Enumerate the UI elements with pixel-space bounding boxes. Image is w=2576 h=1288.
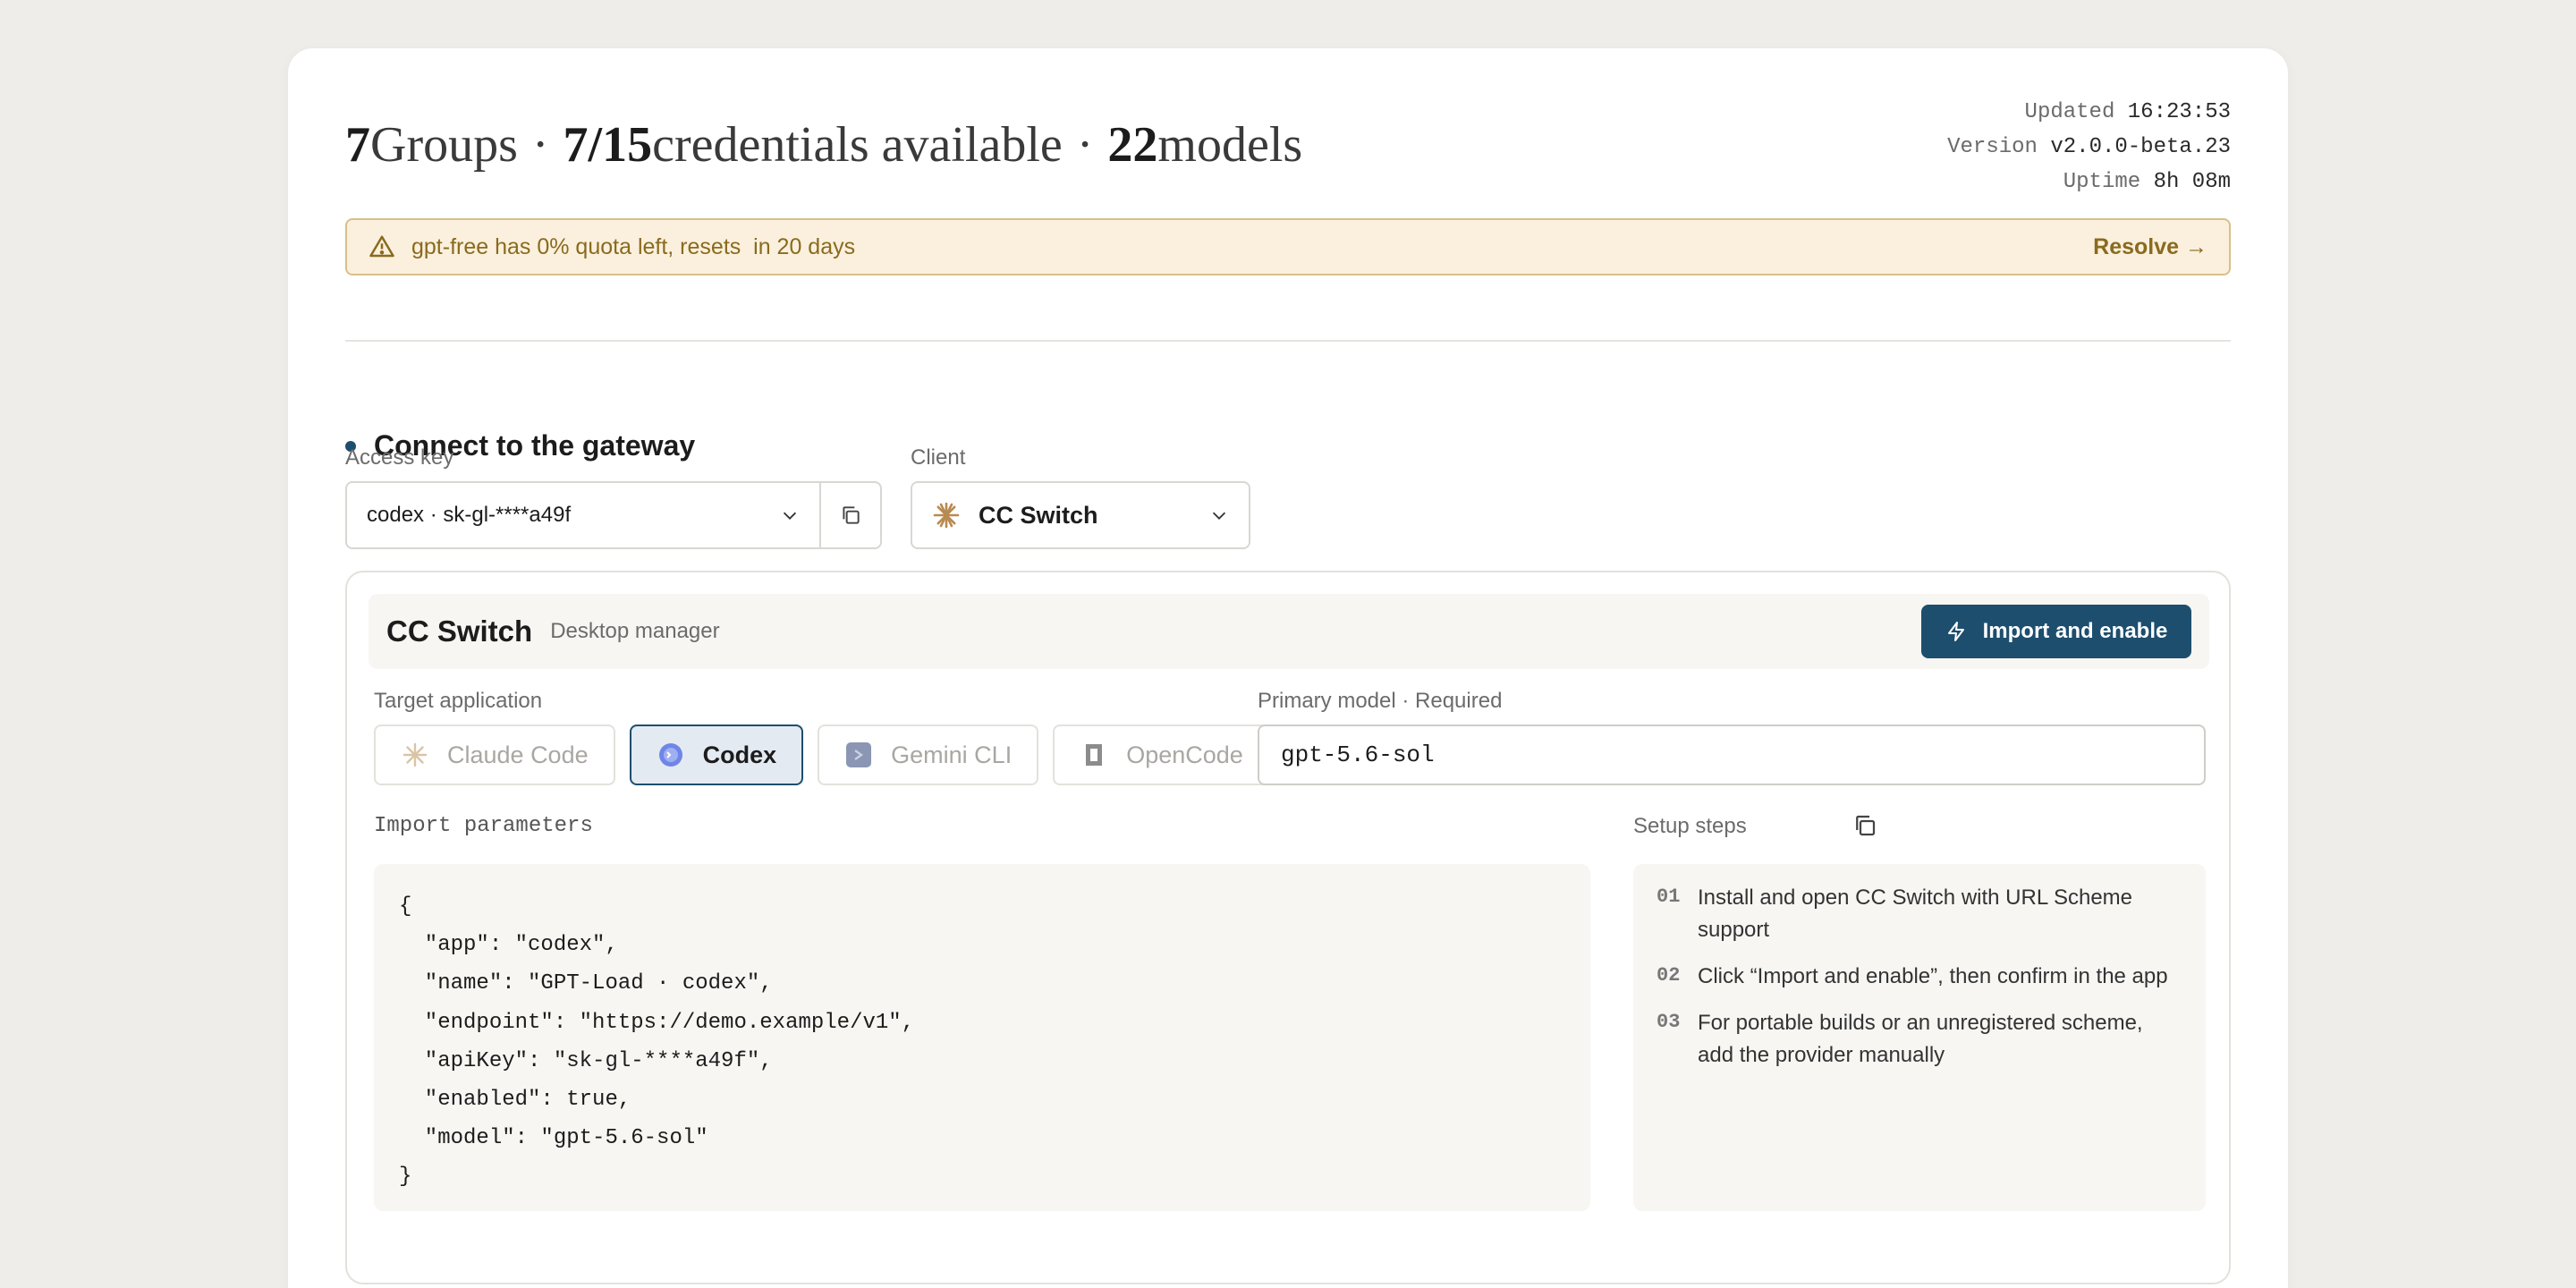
app-label: Codex	[702, 741, 777, 768]
code-line: "model": "gpt-5.6-sol"	[399, 1126, 708, 1151]
copy-icon[interactable]	[1852, 812, 1878, 839]
separator-dot: ·	[531, 117, 549, 173]
access-key-select[interactable]: codex · sk-gl-****a49f	[347, 483, 821, 547]
divider	[345, 340, 2231, 342]
code-line: "apiKey": "sk-gl-****a49f",	[399, 1048, 773, 1073]
client-select[interactable]: CC Switch	[911, 481, 1250, 549]
code-line: "enabled": true,	[399, 1088, 631, 1113]
panel-title: CC Switch	[386, 614, 533, 648]
status-meta: Updated 16:23:53 Version v2.0.0-beta.23 …	[1947, 95, 2231, 199]
app-option-claude-code[interactable]: Claude Code	[374, 724, 615, 785]
quota-warning-banner: gpt-free has 0% quota left, resets in 20…	[345, 218, 2231, 275]
app-label: Claude Code	[447, 741, 589, 768]
access-key-field: codex · sk-gl-****a49f	[345, 481, 882, 549]
version-label: Version	[1947, 135, 2038, 159]
updated-row: Updated 16:23:53	[1947, 95, 2231, 130]
code-line: {	[399, 894, 412, 919]
step-number: 01	[1657, 886, 1681, 908]
client-config-panel: CC Switch Desktop manager Import and ena…	[345, 571, 2231, 1284]
separator-dot: ·	[1076, 117, 1094, 173]
resolve-link[interactable]: Resolve →	[2093, 234, 2207, 260]
panel-subtitle: Desktop manager	[550, 619, 720, 643]
copy-icon	[843, 506, 860, 524]
setup-step: 02 Click “Import and enable”, then confi…	[1657, 961, 2182, 993]
app-option-codex[interactable]: Codex	[629, 724, 804, 785]
codex-icon	[658, 743, 682, 767]
chevron-down-icon	[783, 512, 797, 520]
setup-step: 01 Install and open CC Switch with URL S…	[1657, 882, 2182, 946]
client-value: CC Switch	[979, 501, 1098, 529]
app-option-opencode[interactable]: OpenCode	[1053, 724, 1270, 785]
code-line: "app": "codex",	[399, 933, 618, 958]
updated-value: 16:23:53	[2127, 100, 2231, 124]
version-row: Version v2.0.0-beta.23	[1947, 130, 2231, 165]
step-number: 02	[1657, 964, 1681, 987]
gemini-icon	[846, 742, 872, 767]
client-label: Client	[911, 445, 966, 470]
step-text: Install and open CC Switch with URL Sche…	[1698, 886, 2132, 942]
claude-icon	[402, 742, 428, 767]
credentials-label: credentials available	[652, 117, 1063, 173]
access-key-value: codex · sk-gl-****a49f	[367, 503, 572, 527]
import-params-code: { "app": "codex", "name": "GPT-Load · co…	[374, 864, 1590, 1211]
setup-step: 03 For portable builds or an unregistere…	[1657, 1007, 2182, 1072]
code-line: }	[399, 1165, 412, 1190]
setup-steps-list: 01 Install and open CC Switch with URL S…	[1633, 864, 2206, 1211]
lightning-icon	[1947, 622, 1964, 641]
banner-message: gpt-free has 0% quota left, resets in 20…	[411, 233, 856, 259]
groups-count: 7	[345, 117, 370, 173]
uptime-row: Uptime 8h 08m	[1947, 165, 2231, 199]
updated-label: Updated	[2024, 100, 2115, 124]
import-button-label: Import and enable	[1982, 619, 2168, 643]
uptime-label: Uptime	[2063, 170, 2141, 194]
uptime-value: 8h 08m	[2153, 170, 2231, 194]
primary-model-label: Primary model · Required	[1258, 689, 1503, 713]
app-label: Gemini CLI	[891, 741, 1013, 768]
app-option-gemini-cli[interactable]: Gemini CLI	[818, 724, 1039, 785]
copy-key-button[interactable]	[821, 483, 880, 547]
import-params-label: Import parameters	[374, 814, 593, 838]
version-value: v2.0.0-beta.23	[2050, 135, 2231, 159]
groups-label: Groups	[370, 117, 518, 173]
target-app-tabs: Claude Code Codex Gemini CLI OpenCode	[374, 724, 1270, 785]
summary-headline: 7 Groups · 7/15 credentials available · …	[345, 116, 1302, 174]
credentials-count: 7/15	[563, 117, 653, 173]
models-count: 22	[1107, 117, 1158, 173]
code-line: "endpoint": "https://demo.example/v1",	[399, 1010, 915, 1035]
app-label: OpenCode	[1126, 741, 1243, 768]
panel-header: CC Switch Desktop manager Import and ena…	[369, 594, 2209, 669]
step-text: For portable builds or an unregistered s…	[1698, 1011, 2143, 1067]
models-label: models	[1157, 117, 1303, 173]
warning-triangle-icon	[369, 235, 394, 258]
opencode-icon	[1086, 744, 1103, 766]
cc-switch-logo-icon	[933, 502, 960, 529]
primary-model-input[interactable]: gpt-5.6-sol	[1258, 724, 2206, 785]
setup-steps-label: Setup steps	[1633, 814, 1747, 838]
access-key-label: Access key	[345, 445, 454, 470]
chevron-down-icon	[1212, 512, 1226, 520]
code-line: "name": "GPT-Load · codex",	[399, 971, 773, 996]
target-app-label: Target application	[374, 689, 543, 713]
step-number: 03	[1657, 1011, 1681, 1033]
dashboard-card: 7 Groups · 7/15 credentials available · …	[288, 48, 2288, 1288]
import-and-enable-button[interactable]: Import and enable	[1921, 605, 2191, 658]
step-text: Click “Import and enable”, then confirm …	[1698, 964, 2168, 988]
